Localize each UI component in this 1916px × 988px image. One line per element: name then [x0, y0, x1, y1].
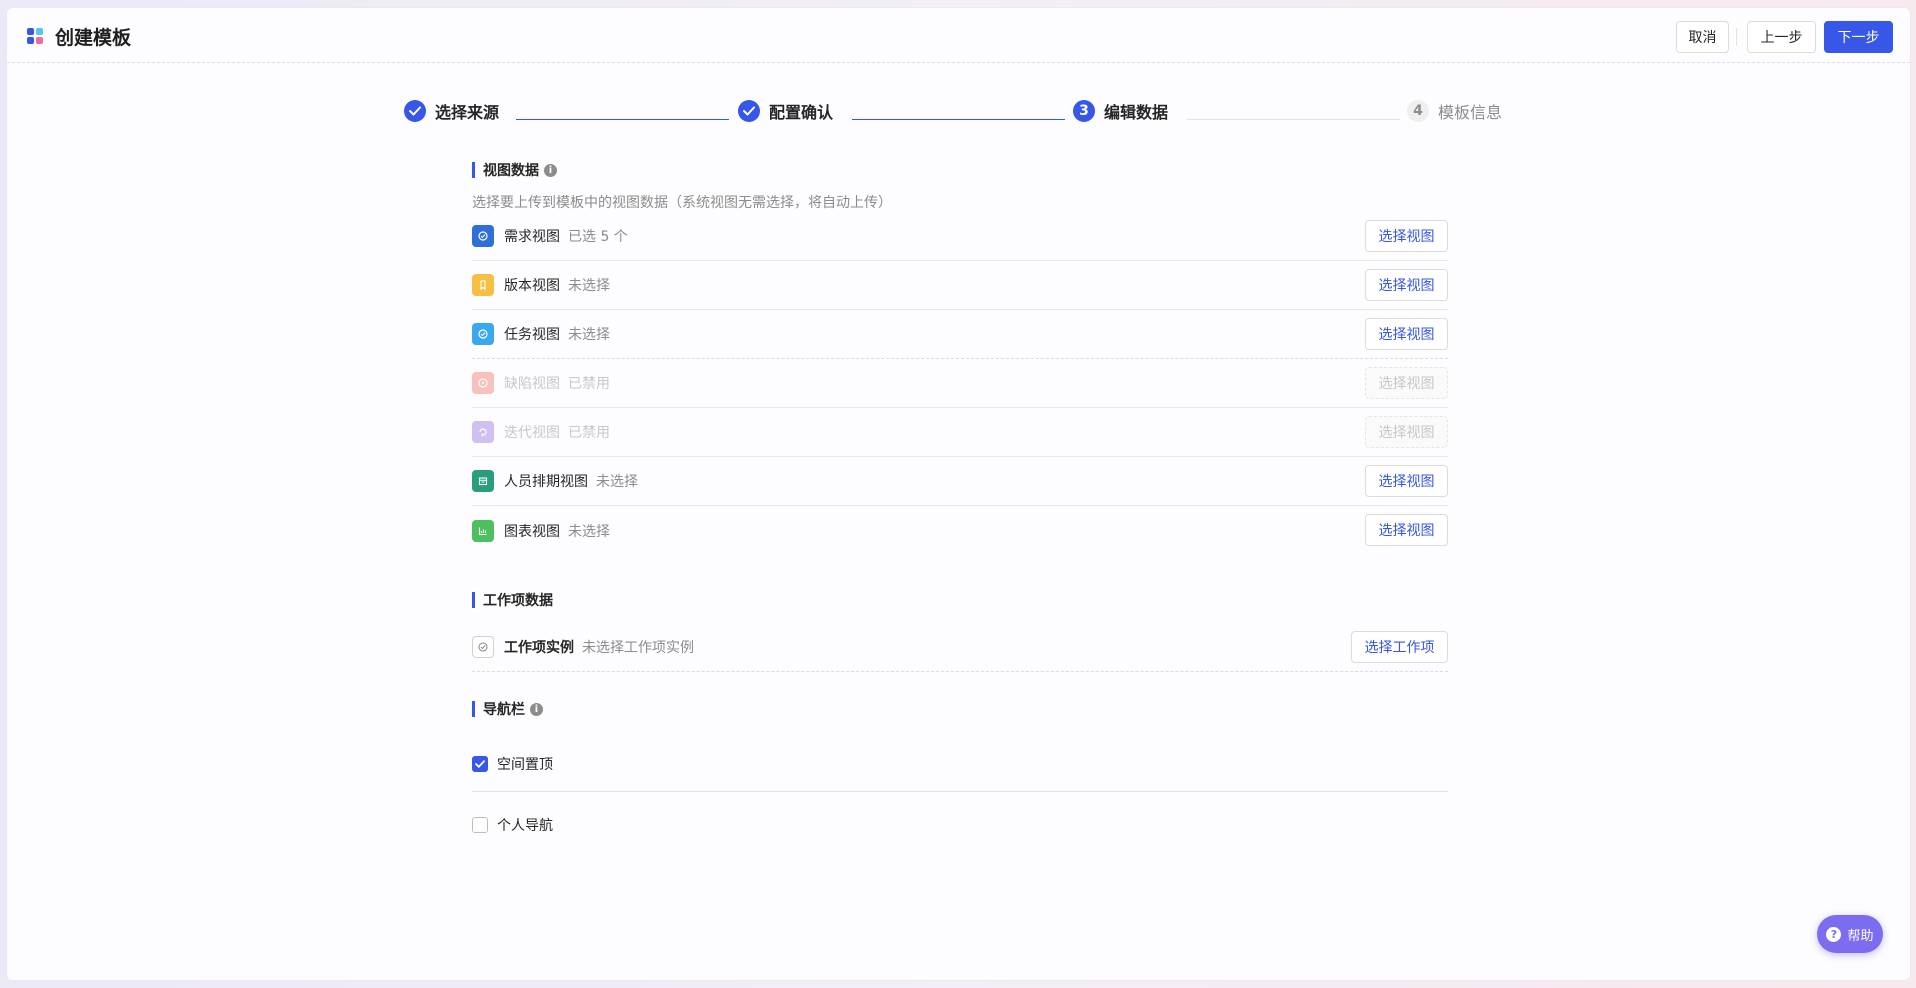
view-data-section-title: 视图数据 i	[472, 161, 557, 179]
view-row-bug: 缺陷视图 已禁用 选择视图	[472, 359, 1448, 408]
view-name: 任务视图	[504, 327, 560, 343]
select-view-button[interactable]: 选择视图	[1365, 465, 1448, 497]
view-row-version: 版本视图 未选择 选择视图	[472, 261, 1448, 310]
step-template-info: 4 模板信息	[1407, 98, 1502, 124]
version-icon	[472, 274, 494, 296]
view-status: 未选择	[568, 327, 610, 343]
step-connector	[852, 119, 1065, 120]
checkbox-unchecked[interactable]	[472, 817, 488, 833]
step-connector	[1187, 119, 1400, 120]
nav-option-space-pin[interactable]: 空间置顶	[472, 754, 553, 774]
help-button[interactable]: ? 帮助	[1817, 915, 1883, 953]
task-icon	[472, 323, 494, 345]
work-item-section-title: 工作项数据	[472, 591, 553, 609]
work-item-name: 工作项实例	[504, 640, 574, 656]
view-name: 版本视图	[504, 278, 560, 294]
page-title: 创建模板	[55, 27, 132, 49]
select-view-button[interactable]: 选择视图	[1365, 318, 1448, 350]
view-name: 迭代视图	[504, 425, 560, 441]
select-view-button[interactable]: 选择视图	[1365, 269, 1448, 301]
step-label: 模板信息	[1438, 103, 1503, 122]
select-view-button: 选择视图	[1365, 367, 1448, 399]
checkbox-checked[interactable]	[472, 756, 488, 772]
work-item-icon	[472, 636, 494, 658]
previous-step-button[interactable]: 上一步	[1747, 21, 1816, 53]
view-name: 缺陷视图	[504, 376, 560, 392]
check-circle-icon	[404, 100, 426, 122]
select-view-button[interactable]: 选择视图	[1365, 220, 1448, 252]
view-row-iteration: 迭代视图 已禁用 选择视图	[472, 408, 1448, 457]
step-number: 4	[1407, 100, 1429, 122]
view-status: 已选 5 个	[568, 229, 628, 245]
step-confirm-config: 配置确认	[738, 98, 833, 124]
divider	[472, 791, 1448, 792]
step-label: 选择来源	[435, 103, 500, 122]
iteration-icon	[472, 421, 494, 443]
cancel-button[interactable]: 取消	[1676, 21, 1729, 53]
view-name: 人员排期视图	[504, 474, 588, 490]
checkbox-label: 空间置顶	[497, 757, 553, 773]
step-label: 编辑数据	[1104, 103, 1169, 122]
checkbox-label: 个人导航	[497, 818, 553, 834]
view-row-chart: 图表视图 未选择 选择视图	[472, 506, 1448, 555]
work-item-row: 工作项实例 未选择工作项实例 选择工作项	[472, 623, 1448, 672]
step-label: 配置确认	[769, 103, 834, 122]
nav-option-personal[interactable]: 个人导航	[472, 815, 553, 835]
info-icon[interactable]: i	[544, 163, 557, 177]
info-icon[interactable]: i	[530, 702, 543, 716]
work-item-status: 未选择工作项实例	[582, 640, 694, 656]
view-status: 未选择	[596, 474, 638, 490]
header-divider	[1736, 28, 1737, 46]
view-status: 已禁用	[568, 425, 610, 441]
view-name: 图表视图	[504, 523, 560, 540]
requirement-icon	[472, 225, 494, 247]
question-icon: ?	[1826, 926, 1842, 942]
view-status: 已禁用	[568, 376, 610, 392]
template-app-icon	[27, 28, 43, 44]
view-row-requirement: 需求视图 已选 5 个 选择视图	[472, 212, 1448, 261]
nav-section-title: 导航栏 i	[472, 700, 543, 718]
step-edit-data: 3 编辑数据	[1073, 98, 1168, 124]
select-view-button[interactable]: 选择视图	[1365, 514, 1448, 546]
view-row-schedule: 人员排期视图 未选择 选择视图	[472, 457, 1448, 506]
step-select-source: 选择来源	[404, 98, 499, 124]
page-header: 创建模板 取消 上一步 下一步	[7, 8, 1910, 63]
view-status: 未选择	[568, 278, 610, 294]
view-status: 未选择	[568, 523, 610, 540]
next-step-button[interactable]: 下一步	[1824, 21, 1893, 53]
step-connector	[516, 119, 729, 120]
step-number: 3	[1073, 100, 1095, 122]
app-window: 创建模板 取消 上一步 下一步 选择来源 配置确认 3 编辑数据 4 模板信息 …	[7, 8, 1910, 980]
chart-icon	[472, 519, 494, 542]
view-data-description: 选择要上传到模板中的视图数据（系统视图无需选择，将自动上传）	[472, 195, 892, 211]
view-row-task: 任务视图 未选择 选择视图	[472, 310, 1448, 359]
bug-icon	[472, 372, 494, 394]
schedule-icon	[472, 470, 494, 492]
view-name: 需求视图	[504, 229, 560, 245]
check-circle-icon	[738, 100, 760, 122]
select-view-button: 选择视图	[1365, 416, 1448, 448]
select-work-item-button[interactable]: 选择工作项	[1351, 631, 1448, 663]
